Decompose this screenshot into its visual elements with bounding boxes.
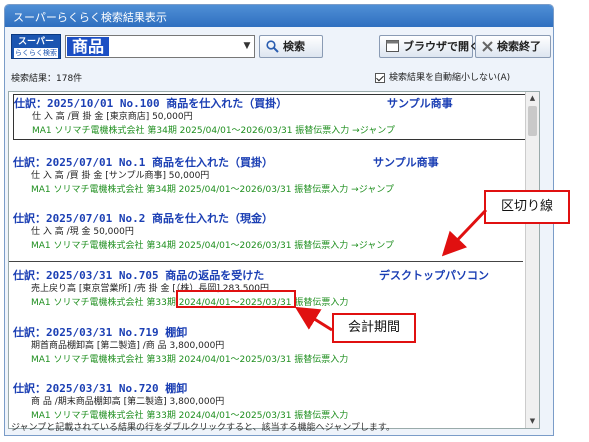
callout-arrows (294, 208, 488, 332)
divider-arrow (441, 208, 488, 257)
period-arrow (294, 306, 333, 332)
